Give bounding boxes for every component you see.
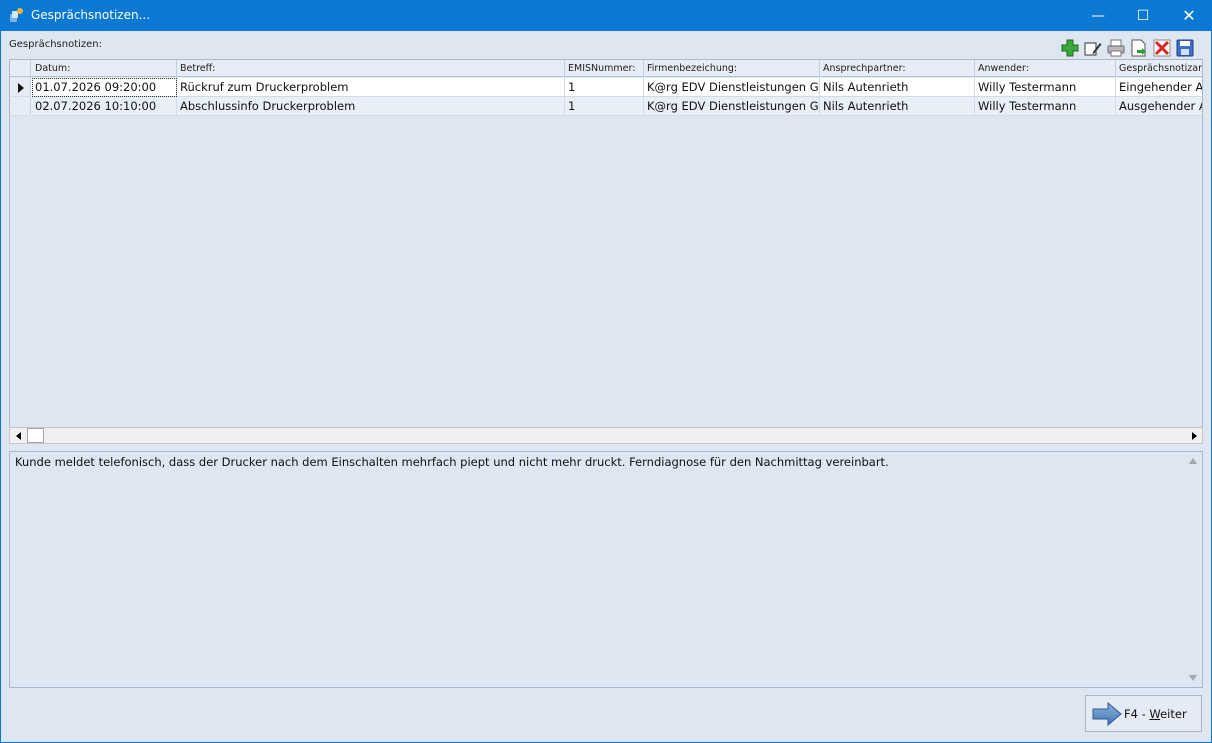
arrow-left-icon bbox=[15, 431, 21, 440]
cell-betreff[interactable]: Abschlussinfo Druckerproblem bbox=[177, 97, 565, 116]
close-button[interactable]: ✕ bbox=[1166, 0, 1212, 31]
grid-header: Datum: Betreff: EMISNummer: Firmenbezeic… bbox=[10, 60, 1202, 77]
column-header-datum[interactable]: Datum: bbox=[32, 60, 177, 77]
save-button[interactable] bbox=[1175, 38, 1195, 58]
save-icon bbox=[1176, 39, 1194, 57]
column-header-ansprechpartner[interactable]: Ansprechpartner: bbox=[820, 60, 975, 77]
cell-gespraechsnotizart[interactable]: Ausgehender Ar bbox=[1116, 97, 1202, 116]
cell-emisnummer[interactable]: 1 bbox=[565, 78, 644, 97]
cell-emisnummer[interactable]: 1 bbox=[565, 97, 644, 116]
delete-icon bbox=[1153, 39, 1171, 57]
cell-betreff[interactable]: Rückruf zum Druckerproblem bbox=[177, 78, 565, 97]
column-header-gespraechsnotizart[interactable]: Gesprächsnotizar bbox=[1116, 60, 1202, 77]
next-button[interactable]: F4 - Weiter bbox=[1085, 695, 1202, 732]
column-header-betreff[interactable]: Betreff: bbox=[177, 60, 565, 77]
cell-firmenbezeichnung[interactable]: K@rg EDV Dienstleistungen Gm bbox=[644, 97, 820, 116]
cell-datum[interactable]: 02.07.2026 10:10:00 bbox=[32, 97, 177, 116]
notes-text[interactable]: Kunde meldet telefonisch, dass der Druck… bbox=[15, 454, 889, 470]
cell-ansprechpartner[interactable]: Nils Autenrieth bbox=[820, 78, 975, 97]
export-icon bbox=[1131, 39, 1146, 57]
cell-anwender[interactable]: Willy Testermann bbox=[975, 97, 1116, 116]
data-grid[interactable]: Datum: Betreff: EMISNummer: Firmenbezeic… bbox=[9, 59, 1203, 444]
scroll-right-button[interactable] bbox=[1186, 428, 1202, 443]
add-button[interactable] bbox=[1060, 38, 1080, 58]
scroll-left-button[interactable] bbox=[10, 428, 26, 443]
delete-button[interactable] bbox=[1152, 38, 1172, 58]
window-title: Gesprächsnotizen... bbox=[31, 8, 151, 22]
export-button[interactable] bbox=[1129, 38, 1149, 58]
scroll-thumb[interactable] bbox=[27, 428, 44, 443]
next-rest-text: eiter bbox=[1160, 707, 1187, 721]
current-row-indicator-icon bbox=[18, 83, 24, 93]
row-indicator-header bbox=[10, 60, 31, 77]
print-button[interactable] bbox=[1106, 38, 1126, 58]
next-key-text: F4 - bbox=[1124, 707, 1150, 721]
cell-gespraechsnotizart[interactable]: Eingehender Ar bbox=[1116, 78, 1202, 97]
edit-icon bbox=[1084, 42, 1102, 56]
title-bar: Gesprächsnotizen... — ☐ ✕ bbox=[0, 0, 1212, 31]
column-header-anwender[interactable]: Anwender: bbox=[975, 60, 1116, 77]
row-selector[interactable] bbox=[10, 97, 31, 116]
table-row[interactable]: 01.07.2026 09:20:00 Rückruf zum Druckerp… bbox=[10, 78, 1202, 97]
cell-ansprechpartner[interactable]: Nils Autenrieth bbox=[820, 97, 975, 116]
maximize-button[interactable]: ☐ bbox=[1120, 0, 1166, 31]
edit-button[interactable] bbox=[1083, 38, 1103, 58]
app-icon[interactable] bbox=[9, 7, 25, 23]
scroll-up-icon[interactable] bbox=[1189, 458, 1197, 464]
vertical-scrollbar[interactable] bbox=[1185, 452, 1202, 687]
minimize-button[interactable]: — bbox=[1075, 0, 1121, 31]
scroll-down-icon[interactable] bbox=[1189, 675, 1197, 681]
notes-textarea[interactable]: Kunde meldet telefonisch, dass der Druck… bbox=[9, 451, 1203, 688]
column-header-emisnummer[interactable]: EMISNummer: bbox=[565, 60, 644, 77]
table-row[interactable]: 02.07.2026 10:10:00 Abschlussinfo Drucke… bbox=[10, 97, 1202, 116]
next-accel-text: W bbox=[1149, 707, 1161, 721]
column-header-firmenbezeichnung[interactable]: Firmenbezeichung: bbox=[644, 60, 820, 77]
cell-anwender[interactable]: Willy Testermann bbox=[975, 78, 1116, 97]
print-icon bbox=[1107, 39, 1125, 57]
add-icon bbox=[1061, 39, 1079, 57]
row-selector[interactable] bbox=[10, 78, 31, 97]
grid-toolbar bbox=[1060, 38, 1195, 58]
arrow-right-icon bbox=[1191, 431, 1197, 440]
grid-label: Gesprächsnotizen: bbox=[9, 39, 103, 50]
cell-firmenbezeichnung[interactable]: K@rg EDV Dienstleistungen Gm bbox=[644, 78, 820, 97]
arrow-right-icon bbox=[1092, 702, 1122, 726]
horizontal-scrollbar[interactable] bbox=[9, 427, 1203, 444]
cell-datum[interactable]: 01.07.2026 09:20:00 bbox=[32, 78, 177, 97]
next-button-label: F4 - Weiter bbox=[1124, 707, 1187, 721]
